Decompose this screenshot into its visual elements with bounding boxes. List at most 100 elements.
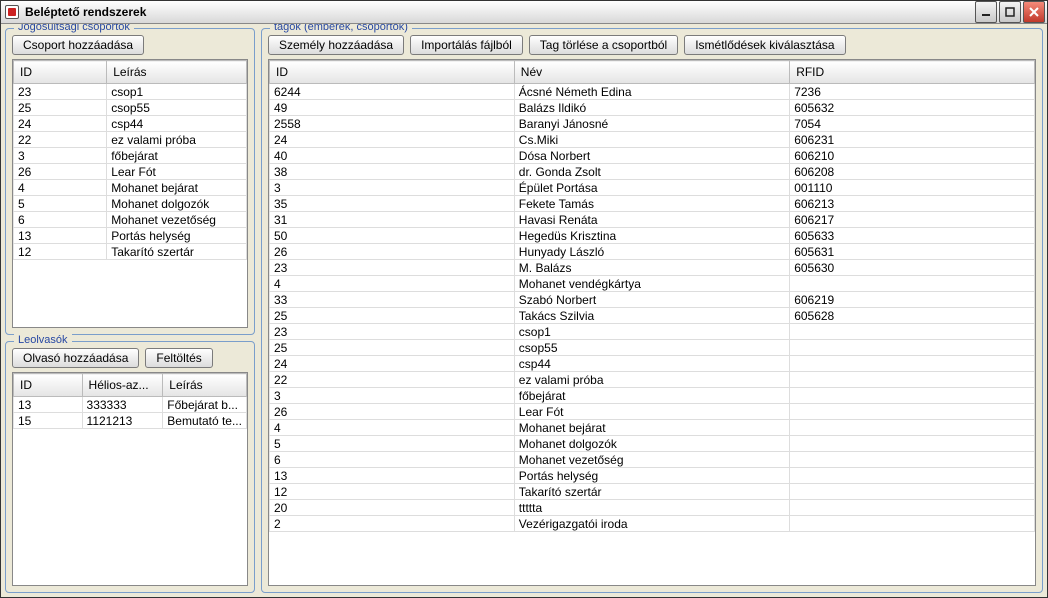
table-row[interactable]: 3főbejárat: [14, 148, 247, 164]
close-button[interactable]: [1023, 1, 1045, 23]
cell-rfid: 605631: [790, 244, 1035, 260]
table-row[interactable]: 4Mohanet bejárat: [14, 180, 247, 196]
cell-name: Ácsné Németh Edina: [514, 84, 789, 100]
minimize-button[interactable]: [975, 1, 997, 23]
members-panel: tagok (emberek, csoportok) Személy hozzá…: [261, 28, 1043, 593]
cell-rfid: [790, 356, 1035, 372]
table-row[interactable]: 25csop55: [14, 100, 247, 116]
cell-name: Mohanet bejárat: [514, 420, 789, 436]
table-row[interactable]: 6Mohanet vezetőség: [270, 452, 1035, 468]
table-row[interactable]: 50Hegedüs Krisztina605633: [270, 228, 1035, 244]
table-row[interactable]: 6Mohanet vezetőség: [14, 212, 247, 228]
table-row[interactable]: 2558Baranyi Jánosné7054: [270, 116, 1035, 132]
table-row[interactable]: 38dr. Gonda Zsolt606208: [270, 164, 1035, 180]
table-row[interactable]: 22ez valami próba: [270, 372, 1035, 388]
table-row[interactable]: 24csp44: [14, 116, 247, 132]
add-reader-button[interactable]: Olvasó hozzáadása: [12, 348, 139, 368]
table-row[interactable]: 4Mohanet bejárat: [270, 420, 1035, 436]
cell-rfid: [790, 276, 1035, 292]
table-row[interactable]: 49Balázs Ildikó605632: [270, 100, 1035, 116]
cell-rfid: 606213: [790, 196, 1035, 212]
table-row[interactable]: 31Havasi Renáta606217: [270, 212, 1035, 228]
readers-col-helios[interactable]: Hélios-az...: [82, 374, 163, 397]
cell-name: csp44: [514, 356, 789, 372]
table-row[interactable]: 151121213Bemutató te...: [14, 413, 247, 429]
readers-panel: Leolvasók Olvasó hozzáadása Feltöltés ID…: [5, 341, 255, 593]
table-row[interactable]: 23csop1: [270, 324, 1035, 340]
cell-name: Balázs Ildikó: [514, 100, 789, 116]
app-icon: [5, 5, 19, 19]
upload-button[interactable]: Feltöltés: [145, 348, 212, 368]
table-row[interactable]: 2Vezérigazgatói iroda: [270, 516, 1035, 532]
cell-id: 38: [270, 164, 515, 180]
cell-rfid: [790, 500, 1035, 516]
cell-rfid: 605633: [790, 228, 1035, 244]
table-row[interactable]: 22ez valami próba: [14, 132, 247, 148]
cell-name: Lear Fót: [514, 404, 789, 420]
cell-name: csop55: [514, 340, 789, 356]
table-row[interactable]: 35Fekete Tamás606213: [270, 196, 1035, 212]
readers-col-id[interactable]: ID: [14, 374, 83, 397]
readers-table-wrap[interactable]: ID Hélios-az... Leírás 13333333Főbejárat…: [12, 372, 248, 586]
table-row[interactable]: 33Szabó Norbert606219: [270, 292, 1035, 308]
members-table-wrap[interactable]: ID Név RFID 6244Ácsné Németh Edina723649…: [268, 59, 1036, 586]
table-row[interactable]: 24Cs.Miki606231: [270, 132, 1035, 148]
cell-id: 33: [270, 292, 515, 308]
cell-id: 24: [270, 356, 515, 372]
groups-col-id[interactable]: ID: [14, 61, 107, 84]
table-row[interactable]: 40Dósa Norbert606210: [270, 148, 1035, 164]
table-row[interactable]: 13Portás helység: [14, 228, 247, 244]
groups-table: ID Leírás 23csop125csop5524csp4422ez val…: [13, 60, 247, 260]
groups-col-desc[interactable]: Leírás: [107, 61, 247, 84]
cell-id: 40: [270, 148, 515, 164]
cell-id: 25: [270, 340, 515, 356]
table-row[interactable]: 12Takarító szertár: [14, 244, 247, 260]
table-row[interactable]: 13333333Főbejárat b...: [14, 397, 247, 413]
table-row[interactable]: 26Lear Fót: [14, 164, 247, 180]
cell-rfid: [790, 516, 1035, 532]
cell-desc: csop55: [107, 100, 247, 116]
cell-name: Mohanet dolgozók: [514, 436, 789, 452]
table-row[interactable]: 23M. Balázs605630: [270, 260, 1035, 276]
cell-name: Vezérigazgatói iroda: [514, 516, 789, 532]
add-person-button[interactable]: Személy hozzáadása: [268, 35, 404, 55]
cell-id: 6: [270, 452, 515, 468]
table-row[interactable]: 5Mohanet dolgozók: [270, 436, 1035, 452]
table-row[interactable]: 3Épület Portása001110: [270, 180, 1035, 196]
cell-rfid: [790, 404, 1035, 420]
cell-name: Szabó Norbert: [514, 292, 789, 308]
cell-name: Mohanet vezetőség: [514, 452, 789, 468]
select-duplicates-button[interactable]: Ismétlődések kiválasztása: [684, 35, 845, 55]
table-row[interactable]: 23csop1: [14, 84, 247, 100]
window-controls: [975, 1, 1047, 23]
cell-name: Hegedüs Krisztina: [514, 228, 789, 244]
cell-name: Épület Portása: [514, 180, 789, 196]
members-col-id[interactable]: ID: [270, 61, 515, 84]
import-file-button[interactable]: Importálás fájlból: [410, 35, 523, 55]
groups-table-wrap[interactable]: ID Leírás 23csop125csop5524csp4422ez val…: [12, 59, 248, 328]
delete-member-button[interactable]: Tag törlése a csoportból: [529, 35, 678, 55]
readers-table: ID Hélios-az... Leírás 13333333Főbejárat…: [13, 373, 247, 429]
table-row[interactable]: 25csop55: [270, 340, 1035, 356]
table-row[interactable]: 13Portás helység: [270, 468, 1035, 484]
table-row[interactable]: 5Mohanet dolgozók: [14, 196, 247, 212]
table-row[interactable]: 12Takarító szertár: [270, 484, 1035, 500]
table-row[interactable]: 26Lear Fót: [270, 404, 1035, 420]
table-row[interactable]: 4Mohanet vendégkártya: [270, 276, 1035, 292]
readers-col-desc[interactable]: Leírás: [163, 374, 247, 397]
members-col-name[interactable]: Név: [514, 61, 789, 84]
groups-panel: Jogosultsági csoportok Csoport hozzáadás…: [5, 28, 255, 335]
window-title: Beléptető rendszerek: [25, 5, 146, 19]
cell-desc: csp44: [107, 116, 247, 132]
table-row[interactable]: 3főbejárat: [270, 388, 1035, 404]
maximize-button[interactable]: [999, 1, 1021, 23]
table-row[interactable]: 26Hunyady László605631: [270, 244, 1035, 260]
cell-rfid: 7236: [790, 84, 1035, 100]
table-row[interactable]: 20ttttta: [270, 500, 1035, 516]
table-row[interactable]: 24csp44: [270, 356, 1035, 372]
add-group-button[interactable]: Csoport hozzáadása: [12, 35, 144, 55]
table-row[interactable]: 25Takács Szilvia605628: [270, 308, 1035, 324]
members-col-rfid[interactable]: RFID: [790, 61, 1035, 84]
table-row[interactable]: 6244Ácsné Németh Edina7236: [270, 84, 1035, 100]
cell-id: 3: [14, 148, 107, 164]
